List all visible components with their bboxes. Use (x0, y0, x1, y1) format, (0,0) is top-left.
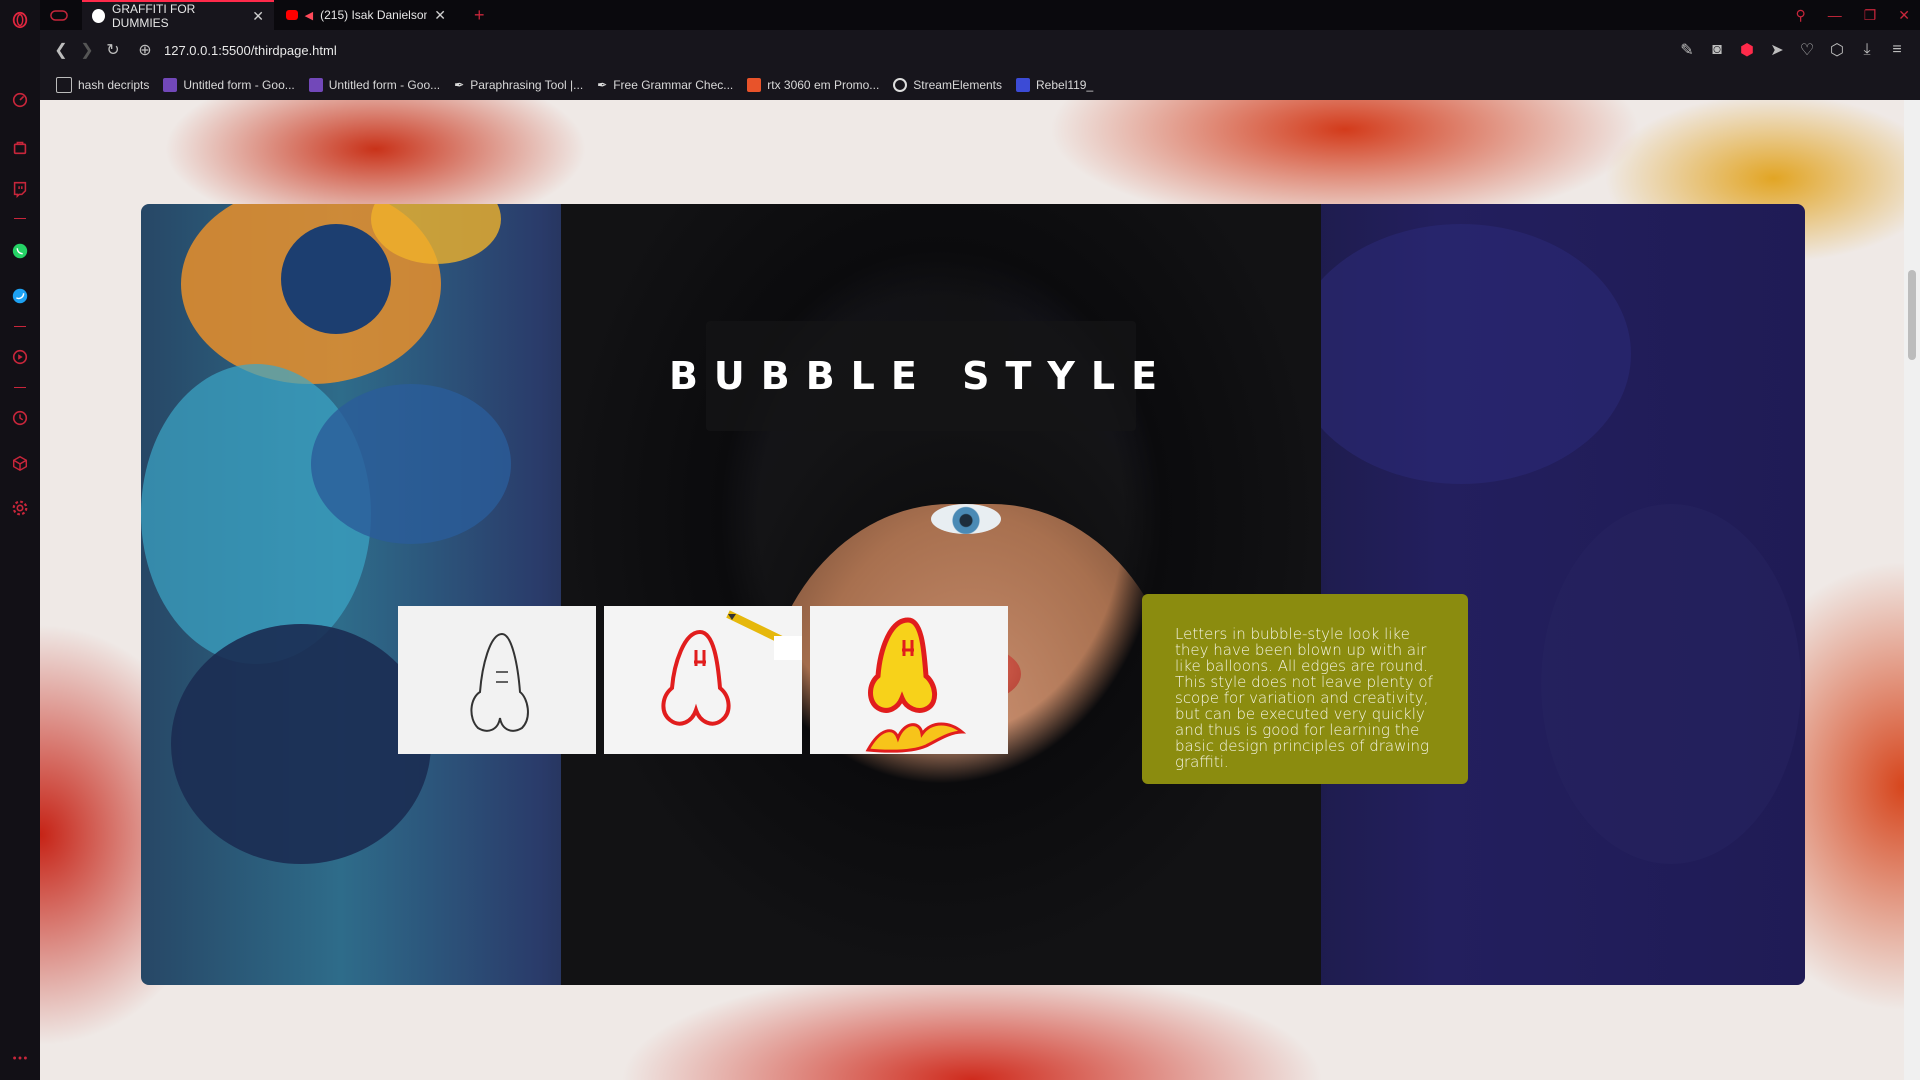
search-tabs-icon[interactable]: ⚲ (1795, 7, 1805, 24)
extensions-cube-icon[interactable]: ⬡ (1824, 37, 1850, 63)
page-title: BUBBLE STYLE (668, 354, 1174, 398)
gamepad-icon[interactable] (40, 0, 80, 30)
close-tab-icon[interactable]: ✕ (252, 8, 264, 25)
tab-isak-danielson[interactable]: ◀ (215) Isak Danielson - P ✕ (276, 0, 456, 30)
url-field[interactable]: 127.0.0.1:5500/thirdpage.html (164, 43, 337, 58)
filled-yellow-letter-a-image (810, 606, 1008, 754)
forms-icon (308, 78, 323, 92)
bookmark-untitled-form-2[interactable]: Untitled form - Goo... (308, 78, 440, 92)
adblock-shield-icon[interactable]: ⬢ (1734, 37, 1760, 63)
profile-icon (1016, 78, 1030, 92)
model-eye-image (931, 504, 1001, 534)
folder-icon (56, 77, 72, 93)
restore-window-icon[interactable]: ❐ (1864, 7, 1877, 24)
description-text: Letters in bubble-style look like they h… (1175, 625, 1433, 771)
twitch-icon[interactable] (0, 175, 40, 203)
new-tab-button[interactable]: + (464, 0, 494, 30)
reload-icon[interactable]: ↻ (100, 37, 126, 63)
tab-title: (215) Isak Danielson - P (320, 8, 428, 22)
tab-graffiti-for-dummies[interactable]: GRAFFITI FOR DUMMIES ✕ (82, 0, 274, 30)
shopping-bag-icon[interactable] (0, 133, 40, 161)
bookmark-hash-decripts[interactable]: hash decripts (56, 77, 149, 93)
bookmark-untitled-form-1[interactable]: Untitled form - Goo... (163, 78, 295, 92)
shop-icon (747, 78, 762, 92)
snapshot-edit-icon[interactable]: ✎ (1674, 37, 1700, 63)
tab-title: GRAFFITI FOR DUMMIES (112, 2, 196, 30)
send-icon[interactable]: ➤ (1764, 37, 1790, 63)
opera-logo-icon[interactable] (0, 6, 40, 34)
close-window-icon[interactable]: ✕ (1898, 7, 1910, 24)
youtube-icon (286, 10, 298, 20)
history-icon[interactable] (0, 404, 40, 432)
close-tab-icon[interactable]: ✕ (434, 7, 446, 24)
scrollbar-thumb[interactable] (1908, 270, 1916, 360)
speed-dial-icon[interactable] (0, 86, 40, 114)
card-pencil-sketch-a (398, 606, 596, 754)
page-scrollbar[interactable] (1904, 100, 1920, 1080)
heart-icon[interactable]: ♡ (1794, 37, 1820, 63)
bookmarks-bar: hash decripts Untitled form - Goo... Unt… (40, 70, 1920, 100)
more-options-icon[interactable] (0, 1044, 40, 1072)
bookmark-free-grammar-checker[interactable]: ✒ Free Grammar Chec... (597, 78, 733, 92)
card-filled-yellow-a (810, 606, 1008, 754)
back-icon[interactable]: ❮ (48, 37, 74, 63)
red-outline-letter-a-image (604, 606, 802, 754)
forward-icon[interactable]: ❯ (74, 37, 100, 63)
pencil-sketch-letter-a-image (398, 606, 596, 754)
bookmark-paraphrasing-tool[interactable]: ✒ Paraphrasing Tool |... (454, 78, 583, 92)
menu-icon[interactable]: ≡ (1884, 37, 1910, 63)
site-info-globe-icon[interactable]: ⊕ (132, 37, 158, 63)
globe-icon (92, 9, 106, 23)
quill-icon: ✒ (454, 78, 465, 92)
browser-sidebar (0, 0, 41, 1080)
minimize-window-icon[interactable]: — (1828, 7, 1842, 23)
description-box: Letters in bubble-style look like they h… (1142, 594, 1468, 784)
whatsapp-icon[interactable] (0, 237, 40, 265)
bookmark-streamelements[interactable]: StreamElements (893, 78, 1002, 92)
bookmark-rtx-3060[interactable]: rtx 3060 em Promo... (747, 78, 879, 92)
bookmark-rebel119[interactable]: Rebel119_ (1016, 78, 1093, 92)
address-bar: ❮ ❯ ↻ ⊕ 127.0.0.1:5500/thirdpage.html ✎ … (40, 30, 1920, 70)
download-icon[interactable]: ⤓ (1854, 37, 1880, 63)
hero-panel: BUBBLE STYLE Letters in bubble-style loo… (141, 204, 1805, 985)
extensions-icon[interactable] (0, 449, 40, 477)
streamelements-icon (893, 78, 908, 92)
camera-icon[interactable]: ◙ (1704, 37, 1730, 63)
player-icon[interactable] (0, 343, 40, 371)
quill-icon: ✒ (597, 78, 608, 92)
page-viewport: BUBBLE STYLE Letters in bubble-style loo… (40, 100, 1904, 1080)
title-box: BUBBLE STYLE (669, 321, 1157, 431)
settings-gear-icon[interactable] (0, 494, 40, 522)
twitter-icon[interactable] (0, 282, 40, 310)
forms-icon (163, 78, 178, 92)
speaker-icon[interactable]: ◀ (305, 9, 313, 22)
card-red-outline-a (604, 606, 802, 754)
tab-bar: GRAFFITI FOR DUMMIES ✕ ◀ (215) Isak Dani… (40, 0, 1920, 30)
